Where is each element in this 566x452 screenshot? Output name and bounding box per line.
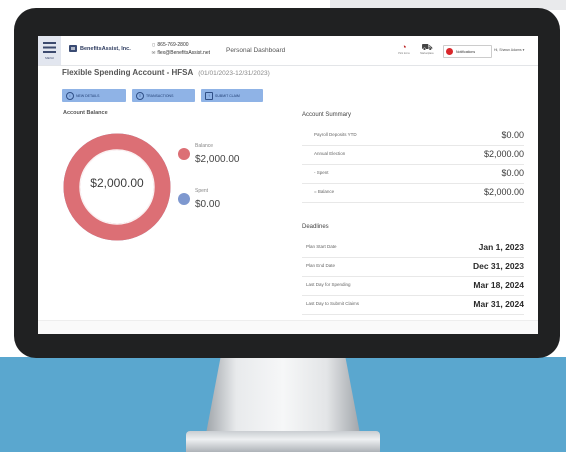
account-period: (01/01/2023-12/31/2023) — [198, 70, 270, 77]
deadline-row-label: Last Day for Spending — [306, 282, 351, 287]
pick-icon: ◔ — [401, 42, 407, 52]
submit-claim-button[interactable]: ↑ SUBMIT CLAIM — [201, 89, 263, 102]
legend-spent-value: $0.00 — [195, 199, 221, 210]
deadline-row-label: Plan End Date — [306, 263, 336, 268]
account-title: Flexible Spending Account - HFSA (01/01/2… — [62, 68, 270, 77]
email-icon: ✉ — [151, 50, 156, 55]
logo-text[interactable]: BenefitsAssist, Inc. — [80, 46, 131, 52]
deadline-row-value: Mar 31, 2024 — [473, 299, 524, 309]
user-greeting: Hi, Shawn Adams — [494, 48, 522, 52]
contact-phone[interactable]: 865-769-2800 — [157, 42, 188, 48]
dashboard-screen: MENU BenefitsAssist, Inc. ▯ 865-769-2800… — [38, 36, 538, 334]
deadline-row: Last Day to Submit Claims Mar 31, 2024 — [302, 295, 524, 315]
contact-info: ▯ 865-769-2800 ✉ flex@BenefitsAssist.net — [151, 41, 210, 57]
monitor-stand — [205, 357, 361, 439]
summary-row: - Spent $0.00 — [302, 164, 524, 184]
deadline-row: Last Day for Spending Mar 18, 2024 — [302, 276, 524, 296]
info-icon: i — [66, 92, 74, 100]
deadline-row-value: Jan 1, 2023 — [478, 242, 524, 252]
pick-icons-label: Pick Icons — [398, 52, 410, 55]
legend-balance-value: $2,000.00 — [195, 154, 240, 165]
monitor-base — [186, 431, 380, 452]
summary-row-value: $0.00 — [501, 168, 524, 178]
deadline-row-value: Mar 18, 2024 — [473, 280, 524, 290]
deadline-row-label: Plan Start Date — [306, 244, 337, 249]
hamburger-icon — [43, 42, 56, 53]
legend-balance-dot — [178, 148, 190, 160]
legend-spent-dot — [178, 193, 190, 205]
new-details-label: NEW DETAILS — [76, 93, 100, 98]
deadline-row: Plan Start Date Jan 1, 2023 — [302, 238, 524, 258]
logo-icon — [69, 45, 77, 52]
account-name: Flexible Spending Account - HFSA — [62, 68, 194, 77]
user-menu[interactable]: Hi, Shawn Adams ▾ — [494, 48, 524, 52]
summary-row-label: Annual Election — [314, 151, 346, 156]
legend-balance-label: Balance — [195, 143, 214, 149]
pick-icons-button[interactable]: ◔ Pick Icons — [393, 42, 415, 55]
summary-row-label: - Spent — [314, 170, 329, 175]
chevron-down-icon: ▾ — [522, 48, 525, 52]
list-icon: ≡ — [136, 92, 144, 100]
donut-center-value: $2,000.00 — [90, 176, 144, 190]
summary-row-value: $2,000.00 — [483, 149, 524, 159]
page-label: Personal Dashboard — [226, 47, 286, 54]
account-summary-title: Account Summary — [302, 112, 352, 118]
notification-badge-icon — [446, 48, 453, 55]
legend-spent-label: Spent — [195, 188, 209, 194]
summary-row-value: $2,000.00 — [483, 187, 524, 197]
marketplace-label: Marketplace — [420, 52, 434, 55]
notifications-label: Notifications — [456, 49, 476, 54]
deadline-row-label: Last Day to Submit Claims — [306, 301, 360, 306]
summary-row: = Balance $2,000.00 — [302, 183, 524, 203]
contact-email[interactable]: flex@BenefitsAssist.net — [157, 50, 210, 56]
marketplace-button[interactable]: ⛟ Marketplace — [416, 42, 438, 55]
menu-label: MENU — [45, 56, 54, 60]
upload-icon: ↑ — [205, 92, 213, 100]
screen-footer — [38, 320, 538, 334]
deadline-row: Plan End Date Dec 31, 2023 — [302, 257, 524, 277]
transactions-label: TRANSACTIONS — [146, 93, 174, 98]
summary-row: Annual Election $2,000.00 — [302, 145, 524, 165]
submit-claim-label: SUBMIT CLAIM — [215, 93, 240, 98]
account-balance-title: Account Balance — [63, 110, 108, 116]
notifications-button[interactable]: Notifications — [443, 45, 492, 58]
top-bar: MENU BenefitsAssist, Inc. ▯ 865-769-2800… — [38, 36, 538, 66]
phone-icon: ▯ — [152, 42, 155, 47]
menu-button[interactable]: MENU — [38, 36, 61, 65]
cart-icon: ⛟ — [421, 42, 433, 52]
deadline-row-value: Dec 31, 2023 — [472, 261, 524, 271]
summary-row-value: $0.00 — [501, 130, 524, 140]
summary-row-label: = Balance — [314, 189, 335, 194]
transactions-button[interactable]: ≡ TRANSACTIONS — [132, 89, 195, 102]
summary-row-label: Payroll Deposits YTD — [314, 132, 357, 137]
deadlines-title: Deadlines — [302, 224, 329, 230]
new-details-button[interactable]: i NEW DETAILS — [62, 89, 126, 102]
summary-row: Payroll Deposits YTD $0.00 — [302, 126, 524, 146]
